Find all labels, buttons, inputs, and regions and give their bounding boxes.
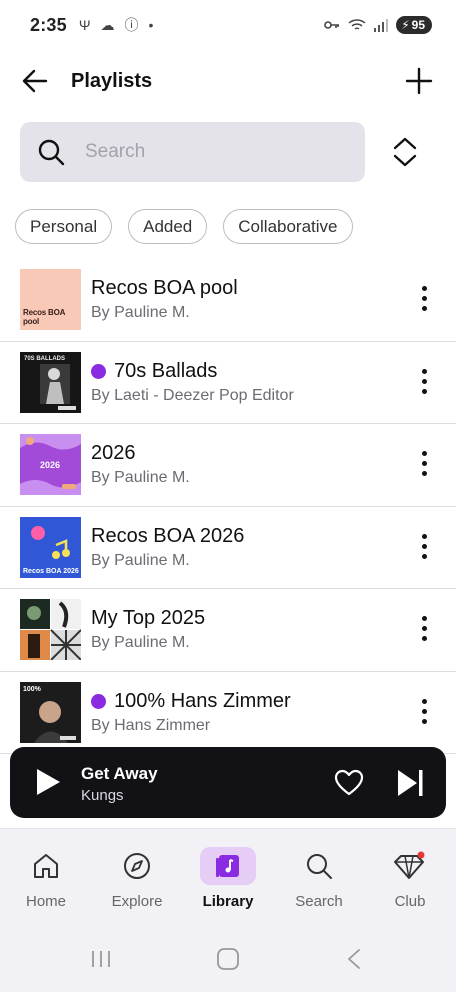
heart-icon[interactable] bbox=[334, 769, 364, 797]
compass-icon bbox=[124, 853, 150, 879]
nav-club[interactable]: Club bbox=[370, 847, 450, 910]
more-options-icon[interactable] bbox=[420, 616, 428, 644]
playlist-owner: By Pauline M. bbox=[91, 634, 190, 651]
system-back-icon[interactable] bbox=[346, 948, 362, 970]
header: Playlists bbox=[0, 52, 456, 110]
usb-icon: Ψ bbox=[78, 17, 91, 33]
cover-art: 100% bbox=[20, 681, 81, 743]
playlist-title: 2026 bbox=[91, 442, 136, 464]
skip-next-icon[interactable] bbox=[396, 768, 424, 798]
more-options-icon[interactable] bbox=[420, 698, 428, 727]
search-input[interactable] bbox=[85, 141, 335, 163]
playlist-title: My Top 2025 bbox=[91, 607, 206, 629]
cover-text: 2026 bbox=[40, 460, 60, 470]
cover-text: Recos BOA 2026 bbox=[23, 568, 79, 575]
more-options-icon[interactable] bbox=[420, 368, 428, 397]
list-item[interactable]: 2026 2026 By Pauline M. bbox=[0, 424, 456, 507]
mini-player[interactable]: Get Away Kungs bbox=[10, 747, 446, 818]
playlist-cover: 70S BALLADS bbox=[20, 351, 81, 413]
playlist-owner: By Pauline M. bbox=[91, 304, 190, 321]
playlist-cover: Recos BOA 2026 bbox=[20, 516, 81, 578]
cover-art bbox=[20, 599, 81, 660]
playlist-owner: By Hans Zimmer bbox=[91, 716, 211, 734]
more-options-icon[interactable] bbox=[420, 451, 428, 479]
sort-icon[interactable] bbox=[390, 136, 420, 168]
playlist-title: Recos BOA 2026 bbox=[91, 524, 245, 547]
nav-explore[interactable]: Explore bbox=[97, 847, 177, 910]
status-time: 2:35 bbox=[30, 14, 67, 35]
playlist-owner: By Laeti - Deezer Pop Editor bbox=[91, 386, 294, 404]
back-arrow-icon[interactable] bbox=[20, 66, 50, 96]
cover-text: 100% bbox=[23, 686, 42, 693]
home-button-icon[interactable] bbox=[216, 948, 240, 970]
cloud-icon: ☁ bbox=[100, 16, 115, 33]
more-options-icon[interactable] bbox=[420, 533, 428, 562]
nav-home[interactable]: Home bbox=[6, 847, 86, 910]
recent-apps-icon[interactable] bbox=[90, 948, 112, 970]
play-icon[interactable] bbox=[34, 767, 62, 797]
search-icon bbox=[307, 854, 332, 879]
info-icon: ⓘ bbox=[124, 17, 139, 33]
list-item[interactable]: 100% 100% Hans Zimmer By Hans Zimmer bbox=[0, 672, 456, 754]
list-item[interactable]: 70S BALLADS 70s Ballads By Laeti - Deeze… bbox=[0, 342, 456, 424]
playlist-list: Recos BOA pool Recos BOA pool By Pauline… bbox=[0, 259, 456, 754]
filter-chips: Personal Added Collaborative bbox=[15, 209, 353, 244]
home-icon bbox=[34, 854, 58, 878]
more-options-icon[interactable] bbox=[420, 286, 428, 314]
chip-personal[interactable]: Personal bbox=[15, 209, 113, 244]
key-icon bbox=[324, 21, 340, 29]
chip-collaborative[interactable]: Collaborative bbox=[223, 209, 353, 244]
nav-library[interactable]: Library bbox=[188, 847, 268, 910]
status-bar: 2:35 Ψ ☁ ⓘ • ⚡ 95 bbox=[0, 0, 456, 50]
track-artist: Kungs bbox=[81, 787, 124, 804]
nav-label: Club bbox=[394, 893, 426, 910]
playlist-cover: Recos BOA pool bbox=[20, 269, 81, 330]
add-playlist-icon[interactable] bbox=[404, 66, 434, 96]
cover-art: Recos BOA 2026 bbox=[20, 516, 81, 578]
library-icon bbox=[216, 855, 239, 877]
bottom-nav: Home Explore Library Search Club bbox=[0, 828, 456, 923]
nav-search[interactable]: Search bbox=[279, 847, 359, 910]
playlist-owner: By Pauline M. bbox=[91, 469, 190, 486]
list-item[interactable]: Recos BOA pool Recos BOA pool By Pauline… bbox=[0, 259, 456, 342]
playlist-title: 70s Ballads bbox=[91, 360, 217, 383]
notification-badge bbox=[417, 851, 425, 859]
search-bar[interactable] bbox=[20, 122, 365, 182]
diamond-icon bbox=[394, 851, 425, 879]
nav-label: Explore bbox=[111, 893, 163, 910]
list-item[interactable]: Recos BOA 2026 Recos BOA 2026 By Pauline… bbox=[0, 507, 456, 589]
playlist-title: Recos BOA pool bbox=[91, 277, 238, 299]
playlist-title: 100% Hans Zimmer bbox=[91, 690, 291, 713]
playlist-cover bbox=[20, 599, 81, 660]
nav-label: Home bbox=[25, 893, 66, 910]
nav-label: Search bbox=[295, 893, 343, 910]
wifi-icon bbox=[348, 19, 366, 30]
cover-text: Recos BOA pool bbox=[23, 308, 65, 326]
list-item[interactable]: My Top 2025 By Pauline M. bbox=[0, 589, 456, 672]
cover-art: 70S BALLADS bbox=[20, 351, 81, 413]
nav-label: Library bbox=[202, 893, 254, 910]
dot-icon: • bbox=[148, 17, 154, 33]
page-title: Playlists bbox=[71, 70, 153, 92]
battery-indicator: ⚡ 95 bbox=[396, 16, 432, 34]
playlist-owner: By Pauline M. bbox=[91, 551, 190, 569]
playlist-cover: 2026 bbox=[20, 434, 81, 495]
cover-text: 70S BALLADS bbox=[24, 356, 65, 362]
verified-dot-icon bbox=[91, 693, 106, 709]
verified-dot-icon bbox=[91, 363, 106, 379]
battery-level: 95 bbox=[411, 18, 425, 32]
signal-icon bbox=[374, 18, 389, 32]
search-icon bbox=[38, 139, 65, 166]
track-title: Get Away bbox=[81, 764, 158, 783]
system-nav-bar bbox=[0, 923, 456, 992]
playlist-cover: 100% bbox=[20, 681, 81, 743]
cover-art: 2026 bbox=[20, 434, 81, 495]
bolt-icon: ⚡ bbox=[401, 18, 410, 32]
chip-added[interactable]: Added bbox=[128, 209, 208, 244]
